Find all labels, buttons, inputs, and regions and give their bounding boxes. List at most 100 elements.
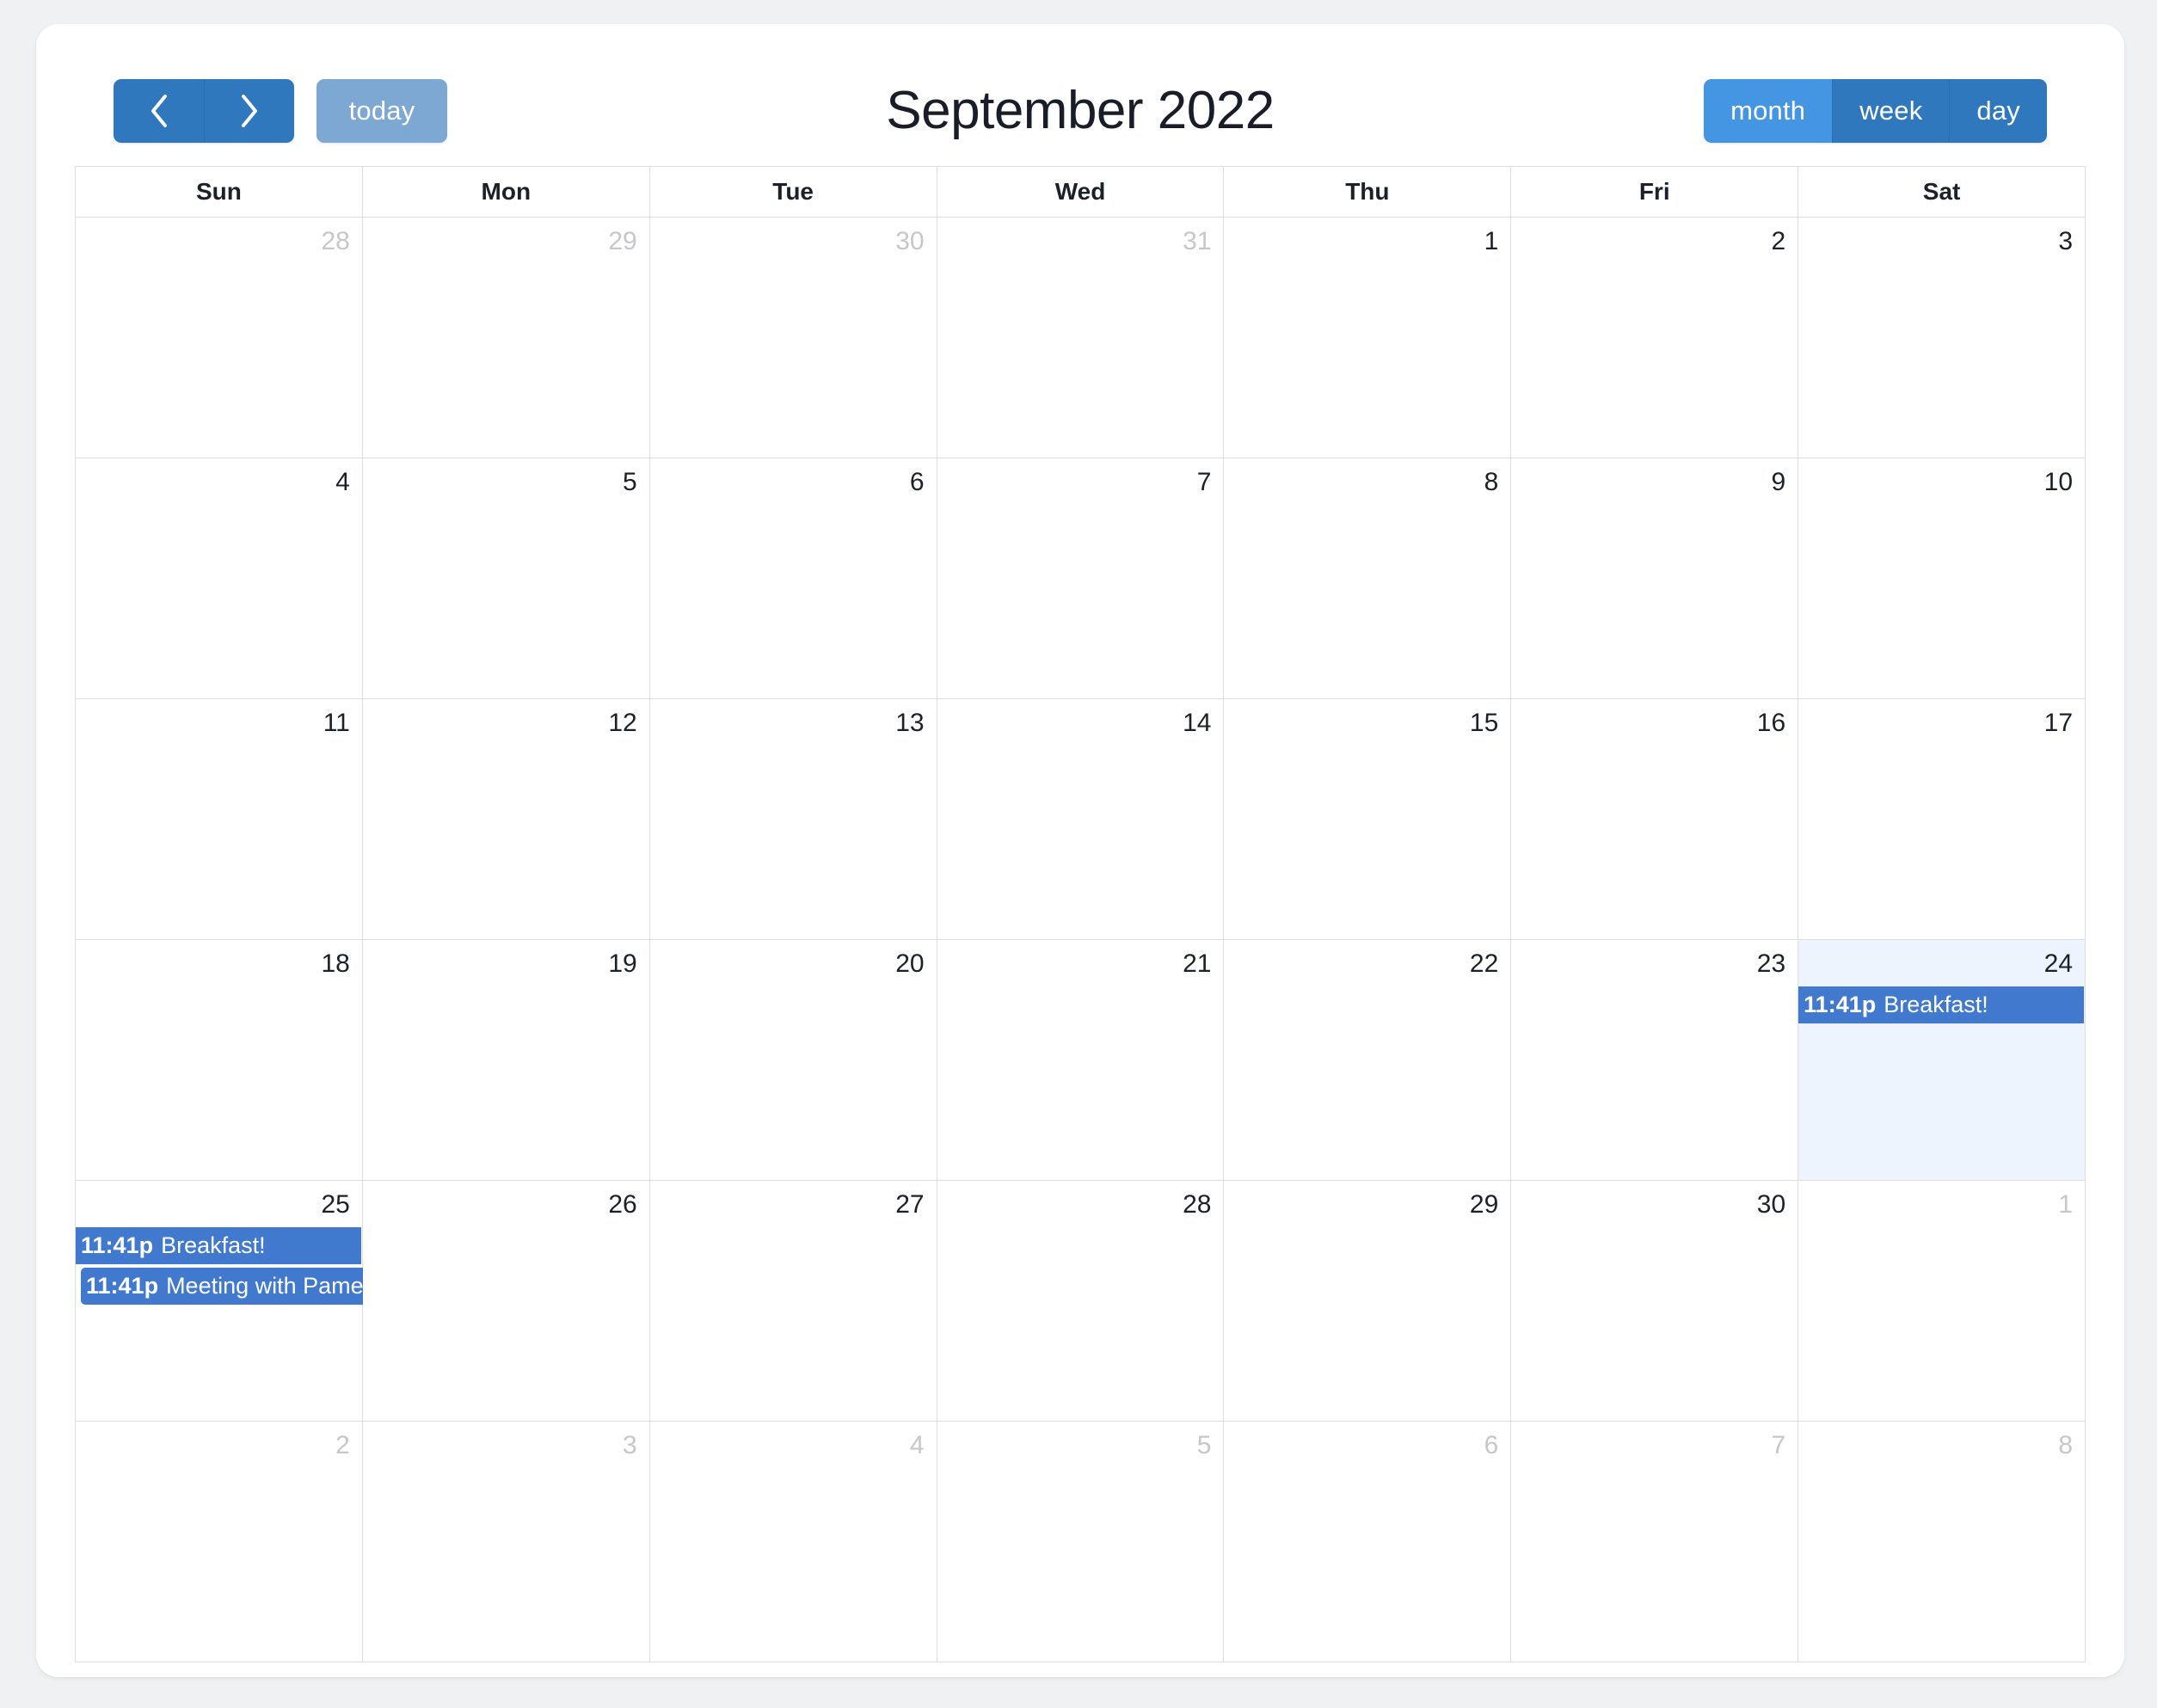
day-cell[interactable]: 4: [649, 1422, 937, 1662]
day-cell[interactable]: 6: [1224, 1422, 1512, 1662]
weekday-header-wed: Wed: [937, 167, 1225, 218]
day-number: 12: [608, 709, 637, 737]
week-row: 4 5 6 7 8 9 10: [76, 458, 2086, 699]
view-switcher: month week day: [1704, 79, 2047, 143]
event-time: 11:41p: [1804, 992, 1877, 1017]
day-cell[interactable]: 4: [76, 458, 363, 699]
day-cell[interactable]: 2: [76, 1422, 363, 1662]
day-cell[interactable]: 25 11:41p Breakfast! 11:41p Meeting with Pam…: [76, 1181, 648, 1422]
day-number: 13: [895, 709, 925, 737]
day-cell[interactable]: 8: [1798, 1422, 2086, 1662]
view-button-day[interactable]: day: [1949, 79, 2047, 143]
day-number: 29: [608, 227, 637, 255]
day-number: 27: [895, 1190, 925, 1219]
day-cell[interactable]: 17: [1798, 699, 2086, 940]
day-cell[interactable]: 31: [937, 218, 1225, 458]
day-cell[interactable]: 3: [1798, 218, 2086, 458]
day-number: 30: [1756, 1190, 1786, 1219]
day-number: 30: [895, 227, 925, 255]
weekday-header-thu: Thu: [1224, 167, 1512, 218]
day-number: 21: [1183, 949, 1212, 978]
weekday-header-fri: Fri: [1511, 167, 1799, 218]
event-title: Meeting with Pamela: [166, 1273, 382, 1299]
day-cell[interactable]: 26: [362, 1181, 650, 1422]
day-number: 5: [623, 468, 637, 496]
day-number: 28: [321, 227, 350, 255]
day-cell[interactable]: 23: [1511, 940, 1799, 1181]
day-cell[interactable]: 3: [362, 1422, 650, 1662]
day-cell[interactable]: 21: [937, 940, 1225, 1181]
day-cell[interactable]: 1: [1798, 1181, 2086, 1422]
day-number: 7: [1196, 468, 1212, 496]
week-row: 28 29 30 31 1 2 3: [76, 218, 2086, 458]
day-number: 24: [2043, 949, 2074, 978]
day-number: 3: [623, 1431, 637, 1459]
day-cell[interactable]: 30: [1511, 1181, 1799, 1422]
weekday-header-sun: Sun: [76, 167, 363, 218]
day-number: 15: [1469, 709, 1499, 737]
day-number: 26: [608, 1190, 637, 1219]
day-cell[interactable]: 5: [937, 1422, 1225, 1662]
calendar-card: today September 2022 month week day Sun Mon…: [36, 24, 2124, 1677]
day-cell[interactable]: 18: [76, 940, 363, 1181]
day-number: 18: [321, 949, 350, 978]
day-cell[interactable]: 11: [76, 699, 363, 940]
day-number: 1: [2058, 1190, 2074, 1219]
day-cell[interactable]: 7: [937, 458, 1225, 699]
day-cell[interactable]: 7: [1511, 1422, 1799, 1662]
day-cell[interactable]: 10: [1798, 458, 2086, 699]
week-row: 11 12 13 14 15 16 17: [76, 699, 2086, 940]
day-number: 4: [909, 1431, 925, 1459]
day-number: 14: [1183, 709, 1212, 737]
day-number: 3: [2058, 227, 2074, 255]
day-cell[interactable]: 8: [1224, 458, 1512, 699]
day-number: 2: [1771, 227, 1786, 255]
day-cell[interactable]: 22: [1224, 940, 1512, 1181]
day-number: 9: [1771, 468, 1786, 496]
day-cell[interactable]: 20: [649, 940, 937, 1181]
weekday-header-sat: Sat: [1798, 167, 2086, 218]
calendar-toolbar: today September 2022 month week day: [77, 55, 2083, 143]
weekday-header-tue: Tue: [649, 167, 937, 218]
weekday-header-mon: Mon: [362, 167, 650, 218]
day-number: 25: [321, 1190, 350, 1219]
day-cell[interactable]: 19: [362, 940, 650, 1181]
day-number: 31: [1183, 227, 1212, 255]
day-cell[interactable]: 1: [1224, 218, 1512, 458]
day-number: 8: [1484, 468, 1499, 496]
day-cell[interactable]: 15: [1224, 699, 1512, 940]
day-cell[interactable]: 16: [1511, 699, 1799, 940]
day-cell[interactable]: 28: [76, 218, 363, 458]
day-number: 1: [1484, 227, 1499, 255]
weeks-container: 28 29 30 31 1 2 3 4 5 6 7 8 9 10 11 12 13 14 15 16 17 18 19 20 2…: [76, 218, 2086, 1662]
day-number: 22: [1469, 949, 1499, 978]
day-number: 28: [1183, 1190, 1212, 1219]
view-button-month[interactable]: month: [1704, 79, 1833, 143]
week-row: 2 3 4 5 6 7 8: [76, 1422, 2086, 1662]
day-number: 7: [1771, 1431, 1786, 1459]
day-cell[interactable]: 9: [1511, 458, 1799, 699]
day-cell[interactable]: 27: [649, 1181, 937, 1422]
day-number: 6: [909, 468, 925, 496]
view-button-week[interactable]: week: [1832, 79, 1950, 143]
calendar-event[interactable]: 11:41p Breakfast!: [76, 1227, 361, 1264]
day-cell[interactable]: 12: [362, 699, 650, 940]
day-cell[interactable]: 30: [649, 218, 937, 458]
day-cell[interactable]: 6: [649, 458, 937, 699]
day-cell[interactable]: 29: [362, 218, 650, 458]
day-cell[interactable]: 13: [649, 699, 937, 940]
day-cell[interactable]: 29: [1224, 1181, 1512, 1422]
day-cell[interactable]: 2: [1511, 218, 1799, 458]
day-number: 4: [335, 468, 350, 496]
day-number: 17: [2043, 709, 2074, 737]
event-time: 11:41p: [81, 1232, 154, 1258]
day-number: 5: [1196, 1431, 1212, 1459]
day-cell[interactable]: 5: [362, 458, 650, 699]
day-cell[interactable]: 24 11:41p Breakfast!: [1798, 940, 2086, 1181]
day-number: 29: [1469, 1190, 1499, 1219]
day-cell[interactable]: 28: [937, 1181, 1225, 1422]
calendar-event[interactable]: 11:41p Breakfast!: [1798, 986, 2085, 1023]
day-number: 19: [608, 949, 637, 978]
day-number: 6: [1484, 1431, 1499, 1459]
day-cell[interactable]: 14: [937, 699, 1225, 940]
